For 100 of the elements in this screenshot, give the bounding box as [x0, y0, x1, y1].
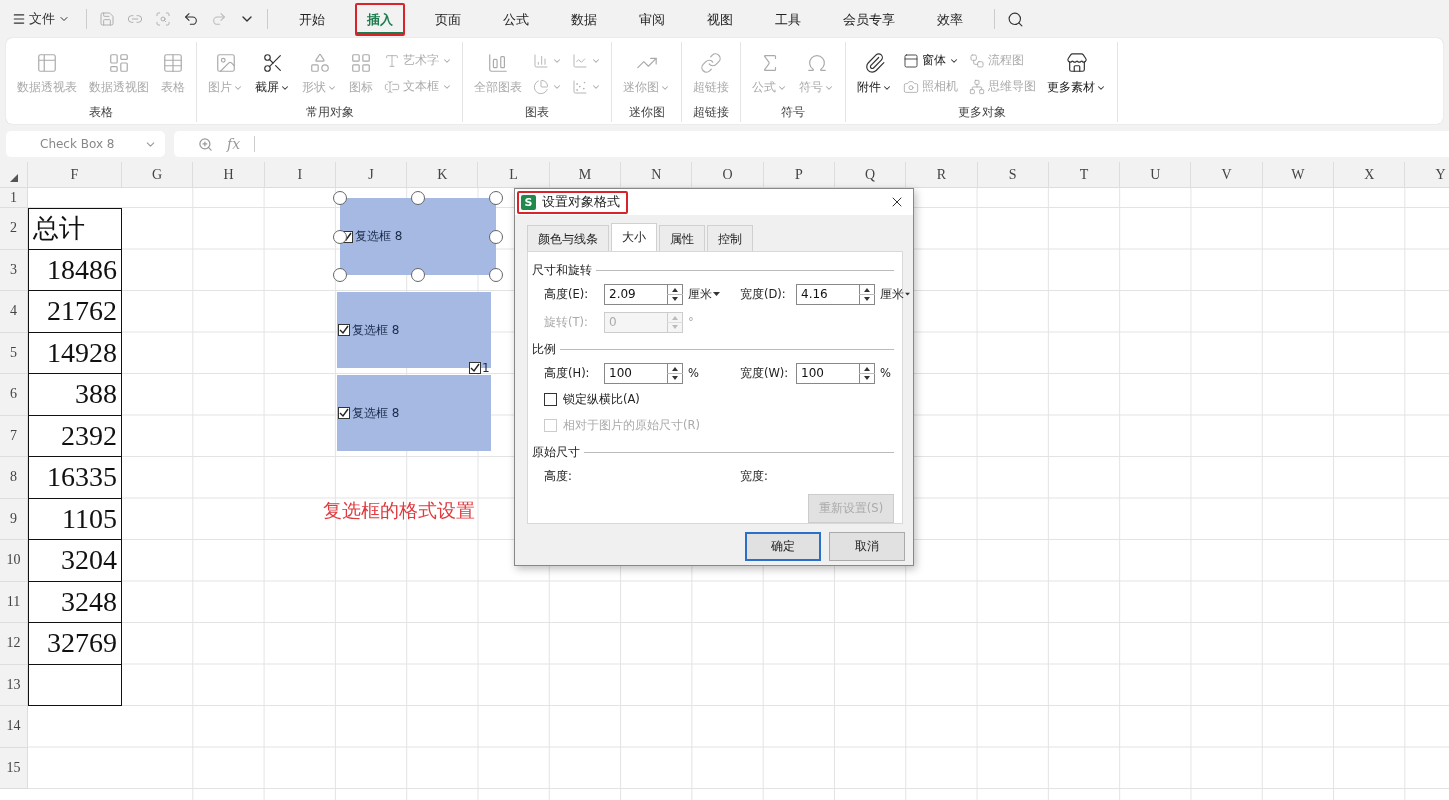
- ok-button[interactable]: 确定: [745, 532, 821, 561]
- column-header[interactable]: J: [335, 162, 408, 188]
- resize-handle[interactable]: [333, 268, 347, 282]
- checkbox-control[interactable]: 复选框 8: [340, 198, 496, 275]
- table-cell: 18486: [28, 249, 122, 291]
- image-icon: [214, 52, 237, 74]
- row-header[interactable]: 3: [0, 249, 28, 291]
- caret-icon: [905, 291, 910, 297]
- column-header[interactable]: V: [1191, 162, 1263, 188]
- ribbon-tab[interactable]: 工具: [763, 2, 813, 36]
- ribbon-button[interactable]: 附件: [852, 42, 897, 105]
- flowchart-icon: [969, 52, 985, 69]
- checkbox-label: 复选框 8: [355, 228, 403, 245]
- resize-handle[interactable]: [411, 268, 425, 282]
- row-header[interactable]: 12: [0, 623, 28, 665]
- column-header[interactable]: M: [549, 162, 622, 188]
- checkbox-control[interactable]: 复选框 8: [337, 375, 491, 451]
- spin-button[interactable]: [667, 283, 683, 305]
- section-title: 尺寸和旋转: [532, 262, 592, 279]
- letter-icon: [384, 52, 400, 69]
- select-all-icon[interactable]: [9, 174, 18, 182]
- row-header[interactable]: 10: [0, 540, 28, 582]
- camera-icon: [903, 78, 919, 95]
- row-header[interactable]: 14: [0, 706, 28, 748]
- spin-button[interactable]: [859, 283, 875, 305]
- resize-handle[interactable]: [333, 229, 347, 244]
- ribbon-button[interactable]: 窗体: [899, 50, 963, 71]
- unit-dropdown[interactable]: 厘米: [684, 286, 740, 302]
- row-header[interactable]: 2: [0, 208, 28, 250]
- number-field[interactable]: 100: [604, 362, 667, 384]
- number-field[interactable]: 100: [796, 362, 859, 384]
- ribbon-tab[interactable]: 会员专享: [831, 2, 907, 36]
- ribbon-button[interactable]: 更多素材: [1042, 42, 1111, 105]
- row-header[interactable]: 9: [0, 498, 28, 540]
- column-header[interactable]: L: [478, 162, 550, 188]
- resize-handle[interactable]: [489, 191, 503, 205]
- column-header[interactable]: R: [906, 162, 978, 188]
- row-header[interactable]: 13: [0, 664, 28, 706]
- file-menu[interactable]: 文件: [8, 7, 74, 31]
- number-field[interactable]: 4.16: [796, 283, 859, 305]
- unit-label: %: [879, 366, 892, 380]
- checkbox[interactable]: [338, 407, 350, 419]
- ribbon-button[interactable]: 截屏: [250, 42, 295, 105]
- column-header[interactable]: I: [264, 162, 336, 188]
- pie-chart-icon: [533, 78, 549, 95]
- row-header[interactable]: 1: [0, 188, 28, 208]
- column-header[interactable]: O: [692, 162, 764, 188]
- spin-button[interactable]: [859, 362, 875, 384]
- column-header[interactable]: P: [763, 162, 835, 188]
- resize-handle[interactable]: [333, 191, 347, 205]
- row-header[interactable]: 15: [0, 747, 28, 789]
- dialog-tab[interactable]: 大小: [611, 223, 657, 251]
- dialog-tab[interactable]: 属性: [659, 225, 705, 251]
- row-header[interactable]: 5: [0, 332, 28, 374]
- column-header[interactable]: K: [407, 162, 479, 188]
- row-header[interactable]: 11: [0, 581, 28, 623]
- checkbox[interactable]: [338, 324, 350, 336]
- unit-dropdown[interactable]: 厘米: [876, 286, 910, 302]
- table-header-cell: 总计: [28, 208, 122, 250]
- pivot-table-icon: [36, 52, 58, 74]
- ribbon-tab[interactable]: 插入: [355, 2, 405, 36]
- ribbon-tab[interactable]: 开始: [287, 2, 337, 36]
- number-field[interactable]: 2.09: [604, 283, 667, 305]
- column-header[interactable]: Y: [1405, 162, 1449, 188]
- column-header[interactable]: G: [122, 162, 194, 188]
- field-label: 高度(E):: [544, 286, 590, 302]
- column-header[interactable]: N: [621, 162, 693, 188]
- ribbon-tab[interactable]: 页面: [423, 2, 473, 36]
- column-header[interactable]: S: [977, 162, 1049, 188]
- column-header[interactable]: U: [1120, 162, 1192, 188]
- dialog-tab[interactable]: 控制: [707, 225, 753, 251]
- check-icon: [339, 408, 349, 418]
- check-icon: [470, 363, 480, 373]
- column-header[interactable]: W: [1262, 162, 1335, 188]
- ribbon-tab[interactable]: 视图: [695, 2, 745, 36]
- row-header[interactable]: 7: [0, 415, 28, 457]
- name-box[interactable]: Check Box 8: [6, 131, 165, 157]
- ribbon-tab[interactable]: 审阅: [627, 2, 677, 36]
- cancel-button[interactable]: 取消: [829, 532, 905, 561]
- annotation-text: 复选框的格式设置: [323, 498, 475, 523]
- ribbon-tab[interactable]: 公式: [491, 2, 541, 36]
- resize-handle[interactable]: [489, 268, 503, 282]
- resize-handle[interactable]: [411, 191, 425, 205]
- checkbox[interactable]: [544, 392, 557, 406]
- checkbox[interactable]: [469, 362, 481, 374]
- column-header[interactable]: Q: [834, 162, 907, 188]
- column-header[interactable]: T: [1048, 162, 1121, 188]
- column-header[interactable]: X: [1334, 162, 1406, 188]
- undo-icon[interactable]: [183, 11, 199, 27]
- ribbon-tab[interactable]: 效率: [925, 2, 975, 36]
- ribbon-tab[interactable]: 数据: [559, 2, 609, 36]
- column-header[interactable]: F: [28, 162, 122, 188]
- row-header[interactable]: 8: [0, 457, 28, 499]
- row-header[interactable]: 4: [0, 291, 28, 333]
- spin-button[interactable]: [667, 362, 683, 384]
- search-icon[interactable]: [1007, 10, 1024, 28]
- grid-icon: [350, 52, 372, 74]
- row-header[interactable]: 6: [0, 374, 28, 416]
- column-header[interactable]: H: [193, 162, 265, 188]
- dialog-tab[interactable]: 颜色与线条: [527, 225, 609, 251]
